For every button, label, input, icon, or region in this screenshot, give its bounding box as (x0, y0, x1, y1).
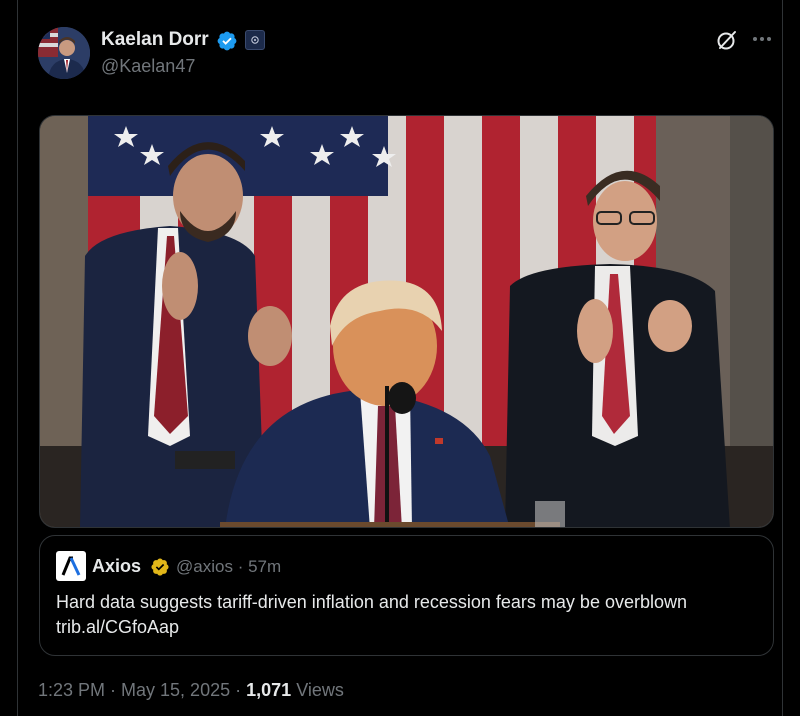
affiliation-badge-icon[interactable] (245, 30, 265, 50)
post-image[interactable] (39, 115, 774, 528)
grok-icon[interactable] (715, 28, 739, 52)
author-handle[interactable]: @Kaelan47 (101, 56, 195, 77)
views-count: 1,071 (246, 680, 292, 700)
author-avatar[interactable] (38, 27, 90, 79)
quoted-author-handle: @axios (176, 557, 233, 576)
views-label: Views (296, 680, 344, 700)
quoted-post-card[interactable]: Axios @axios · 57m Hard data suggests ta… (39, 535, 774, 656)
quoted-meta: @axios · 57m (176, 557, 281, 577)
post-timestamp[interactable]: 1:23 PM · May 15, 2025 · (38, 680, 241, 700)
gold-verified-badge-icon (151, 558, 169, 576)
more-options-icon[interactable] (749, 26, 775, 52)
author-name[interactable]: Kaelan Dorr (101, 29, 209, 51)
quoted-author-name: Axios (92, 556, 142, 576)
post-metadata: 1:23 PM · May 15, 2025 · 1,071 Views (38, 680, 344, 701)
axios-logo-icon (56, 551, 86, 581)
quoted-age: · 57m (237, 557, 282, 576)
verified-badge-icon (217, 31, 237, 51)
quoted-post-text: Hard data suggests tariff-driven inflati… (56, 592, 688, 637)
